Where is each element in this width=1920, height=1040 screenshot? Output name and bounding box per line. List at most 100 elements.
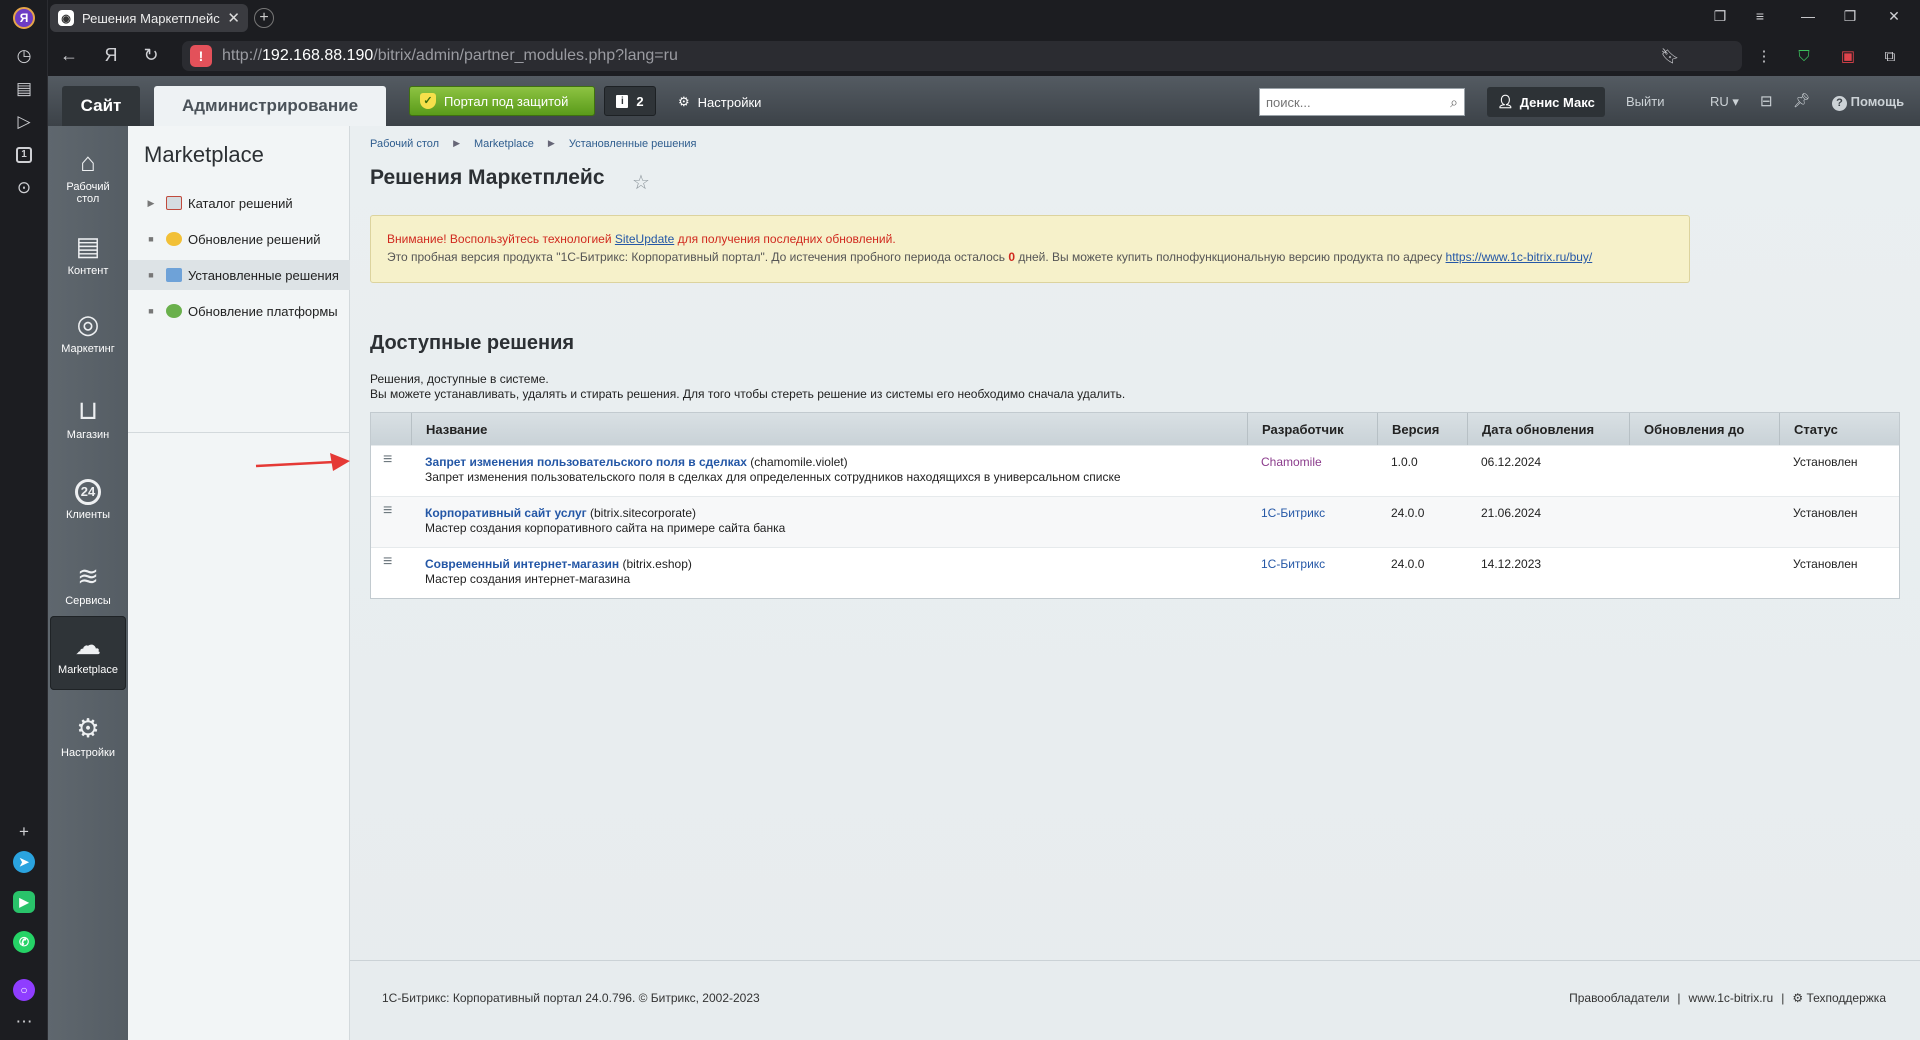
help-link[interactable]: ? Помощь: [1832, 94, 1904, 111]
updates-until-cell: [1629, 446, 1779, 496]
messenger-icon[interactable]: ▶: [12, 890, 36, 914]
pin-icon[interactable]: 📌︎: [1793, 92, 1811, 109]
breadcrumb-item[interactable]: Установленные решения: [569, 138, 697, 150]
language-select[interactable]: RU ▾: [1710, 94, 1739, 110]
row-menu-icon[interactable]: ≡: [371, 497, 411, 547]
solution-code: (bitrix.sitecorporate): [586, 506, 697, 520]
browser-logo-icon[interactable]: Я: [12, 6, 36, 30]
whatsapp-icon[interactable]: ✆: [12, 930, 36, 954]
target-icon: ◎: [76, 309, 100, 339]
settings-link[interactable]: ⚙ Настройки: [678, 94, 761, 110]
new-tab-button[interactable]: +: [254, 8, 274, 28]
admin-tab[interactable]: Администрирование: [154, 86, 386, 126]
buy-link[interactable]: https://www.1c-bitrix.ru/buy/: [1446, 250, 1593, 264]
submenu-item-platform-update[interactable]: ■ Обновление платформы: [128, 296, 350, 326]
user-button[interactable]: 👤︎ Денис Макс: [1487, 87, 1605, 117]
header-version[interactable]: Версия: [1377, 413, 1467, 445]
site-tab[interactable]: Сайт: [62, 86, 140, 126]
header-status[interactable]: Статус: [1779, 413, 1899, 445]
breadcrumb-item[interactable]: Marketplace: [474, 138, 534, 150]
favorite-star-icon[interactable]: ☆: [632, 170, 650, 195]
more-icon[interactable]: ⋯: [12, 1010, 36, 1034]
menu-marketplace[interactable]: ☁ Marketplace: [50, 616, 126, 690]
screenshot-icon[interactable]: ⊙: [12, 176, 36, 200]
minimize-icon[interactable]: —: [1798, 8, 1818, 24]
yandex-icon[interactable]: Я: [100, 45, 122, 66]
notification-icon: i: [616, 94, 629, 108]
submenu-item-catalog[interactable]: ▶ Каталог решений: [128, 188, 350, 218]
portal-protected-button[interactable]: ✓ Портал под защитой: [409, 86, 595, 116]
reload-icon[interactable]: ↻: [140, 45, 162, 66]
search-box[interactable]: ⌕: [1259, 88, 1465, 116]
menu-desktop[interactable]: ⌂ Рабочий стол: [50, 138, 126, 214]
main-content: Рабочий стол ▶ Marketplace ▶ Установленн…: [350, 126, 1920, 1040]
restore-icon[interactable]: ❐: [1840, 8, 1860, 25]
telegram-icon[interactable]: ➤: [12, 850, 36, 874]
solution-name-link[interactable]: Запрет изменения пользовательского поля …: [425, 455, 747, 469]
bookmark-icon[interactable]: 🔖︎: [1658, 44, 1682, 68]
table-row[interactable]: ≡ Запрет изменения пользовательского пол…: [371, 445, 1899, 496]
breadcrumb-item[interactable]: Рабочий стол: [370, 138, 439, 150]
breadcrumb-separator-icon: ▶: [453, 138, 460, 148]
submenu-item-installed[interactable]: ■ Установленные решения: [128, 260, 350, 290]
developer-link[interactable]: Chamomile: [1247, 446, 1377, 496]
menu-icon[interactable]: ≡: [1750, 8, 1770, 24]
submenu-item-updates[interactable]: ■ Обновление решений: [128, 224, 350, 254]
numbered-tab-icon[interactable]: 1: [12, 143, 36, 167]
close-window-icon[interactable]: ✕: [1884, 8, 1904, 25]
address-bar: ← Я ↻ ! http://192.168.88.190/bitrix/adm…: [48, 36, 1920, 76]
shield-icon: ✓: [420, 93, 436, 109]
extension-icon[interactable]: ▣: [1836, 44, 1860, 68]
insecure-warning-icon[interactable]: !: [190, 45, 212, 67]
search-input[interactable]: [1266, 94, 1451, 110]
media-icon[interactable]: ▷: [12, 110, 36, 134]
browser-sidebar: Я ◷ ▤ ▷ 1 ⊙ + ➤ ▶ ✆ ○ ⋯: [0, 0, 48, 1040]
downloads-panel-icon[interactable]: ⧉: [1878, 44, 1902, 68]
notifications-button[interactable]: i 2: [604, 86, 656, 116]
header-updates-until[interactable]: Обновления до: [1629, 413, 1779, 445]
menu-content[interactable]: ▤ Контент: [50, 216, 126, 292]
menu-services-label: Сервисы: [65, 595, 111, 607]
expand-arrow-icon[interactable]: ▶: [146, 198, 156, 209]
search-icon[interactable]: ⌕: [1450, 94, 1458, 111]
collections-icon[interactable]: ▤: [12, 77, 36, 101]
row-menu-icon[interactable]: ≡: [371, 446, 411, 496]
basket-icon: ⊔: [77, 395, 99, 425]
alice-icon[interactable]: ○: [12, 978, 36, 1002]
panel-icon[interactable]: ⊟: [1760, 92, 1773, 110]
header-name[interactable]: Название: [411, 413, 1247, 445]
back-icon[interactable]: ←: [58, 45, 80, 66]
menu-shop[interactable]: ⊔ Магазин: [50, 380, 126, 456]
solution-name-link[interactable]: Корпоративный сайт услуг: [425, 506, 587, 520]
protect-extension-icon[interactable]: ⛉: [1792, 44, 1816, 68]
menu-clients[interactable]: 24 Клиенты: [50, 462, 126, 538]
browser-tab[interactable]: ◉ Решения Маркетплейс ✕: [50, 4, 248, 32]
more-options-icon[interactable]: ⋮: [1752, 44, 1776, 68]
menu-services[interactable]: ≋ Сервисы: [50, 546, 126, 622]
logout-link[interactable]: Выйти: [1626, 94, 1665, 109]
solution-code: (bitrix.eshop): [619, 557, 692, 571]
submenu-item-label: Обновление платформы: [188, 303, 338, 319]
admin-main-menu: ⌂ Рабочий стол ▤ Контент ◎ Маркетинг ⊔ М…: [48, 126, 128, 1040]
status-cell: Установлен: [1793, 506, 1858, 520]
menu-settings[interactable]: ⚙ Настройки: [50, 698, 126, 774]
history-icon[interactable]: ◷: [12, 44, 36, 68]
developer-link[interactable]: 1С-Битрикс: [1247, 548, 1377, 598]
developer-link[interactable]: 1С-Битрикс: [1247, 497, 1377, 547]
url-field[interactable]: ! http://192.168.88.190/bitrix/admin/par…: [182, 41, 1742, 71]
table-row[interactable]: ≡ Корпоративный сайт услуг (bitrix.sitec…: [371, 496, 1899, 547]
rights-link[interactable]: Правообладатели: [1569, 991, 1669, 1005]
add-panel-icon[interactable]: +: [12, 820, 36, 844]
tabs-collection-icon[interactable]: ❐: [1710, 8, 1730, 25]
header-date[interactable]: Дата обновления: [1467, 413, 1629, 445]
solution-name-link[interactable]: Современный интернет-магазин: [425, 557, 619, 571]
row-menu-icon[interactable]: ≡: [371, 548, 411, 598]
notice-line-2: Это пробная версия продукта "1С-Битрикс:…: [387, 250, 1593, 264]
support-link[interactable]: ⚙ Техподдержка: [1792, 991, 1886, 1005]
siteupdate-link[interactable]: SiteUpdate: [615, 232, 674, 246]
menu-marketing[interactable]: ◎ Маркетинг: [50, 294, 126, 370]
table-row[interactable]: ≡ Современный интернет-магазин (bitrix.e…: [371, 547, 1899, 598]
close-tab-icon[interactable]: ✕: [227, 9, 240, 27]
site-link[interactable]: www.1c-bitrix.ru: [1689, 991, 1774, 1005]
header-developer[interactable]: Разработчик: [1247, 413, 1377, 445]
